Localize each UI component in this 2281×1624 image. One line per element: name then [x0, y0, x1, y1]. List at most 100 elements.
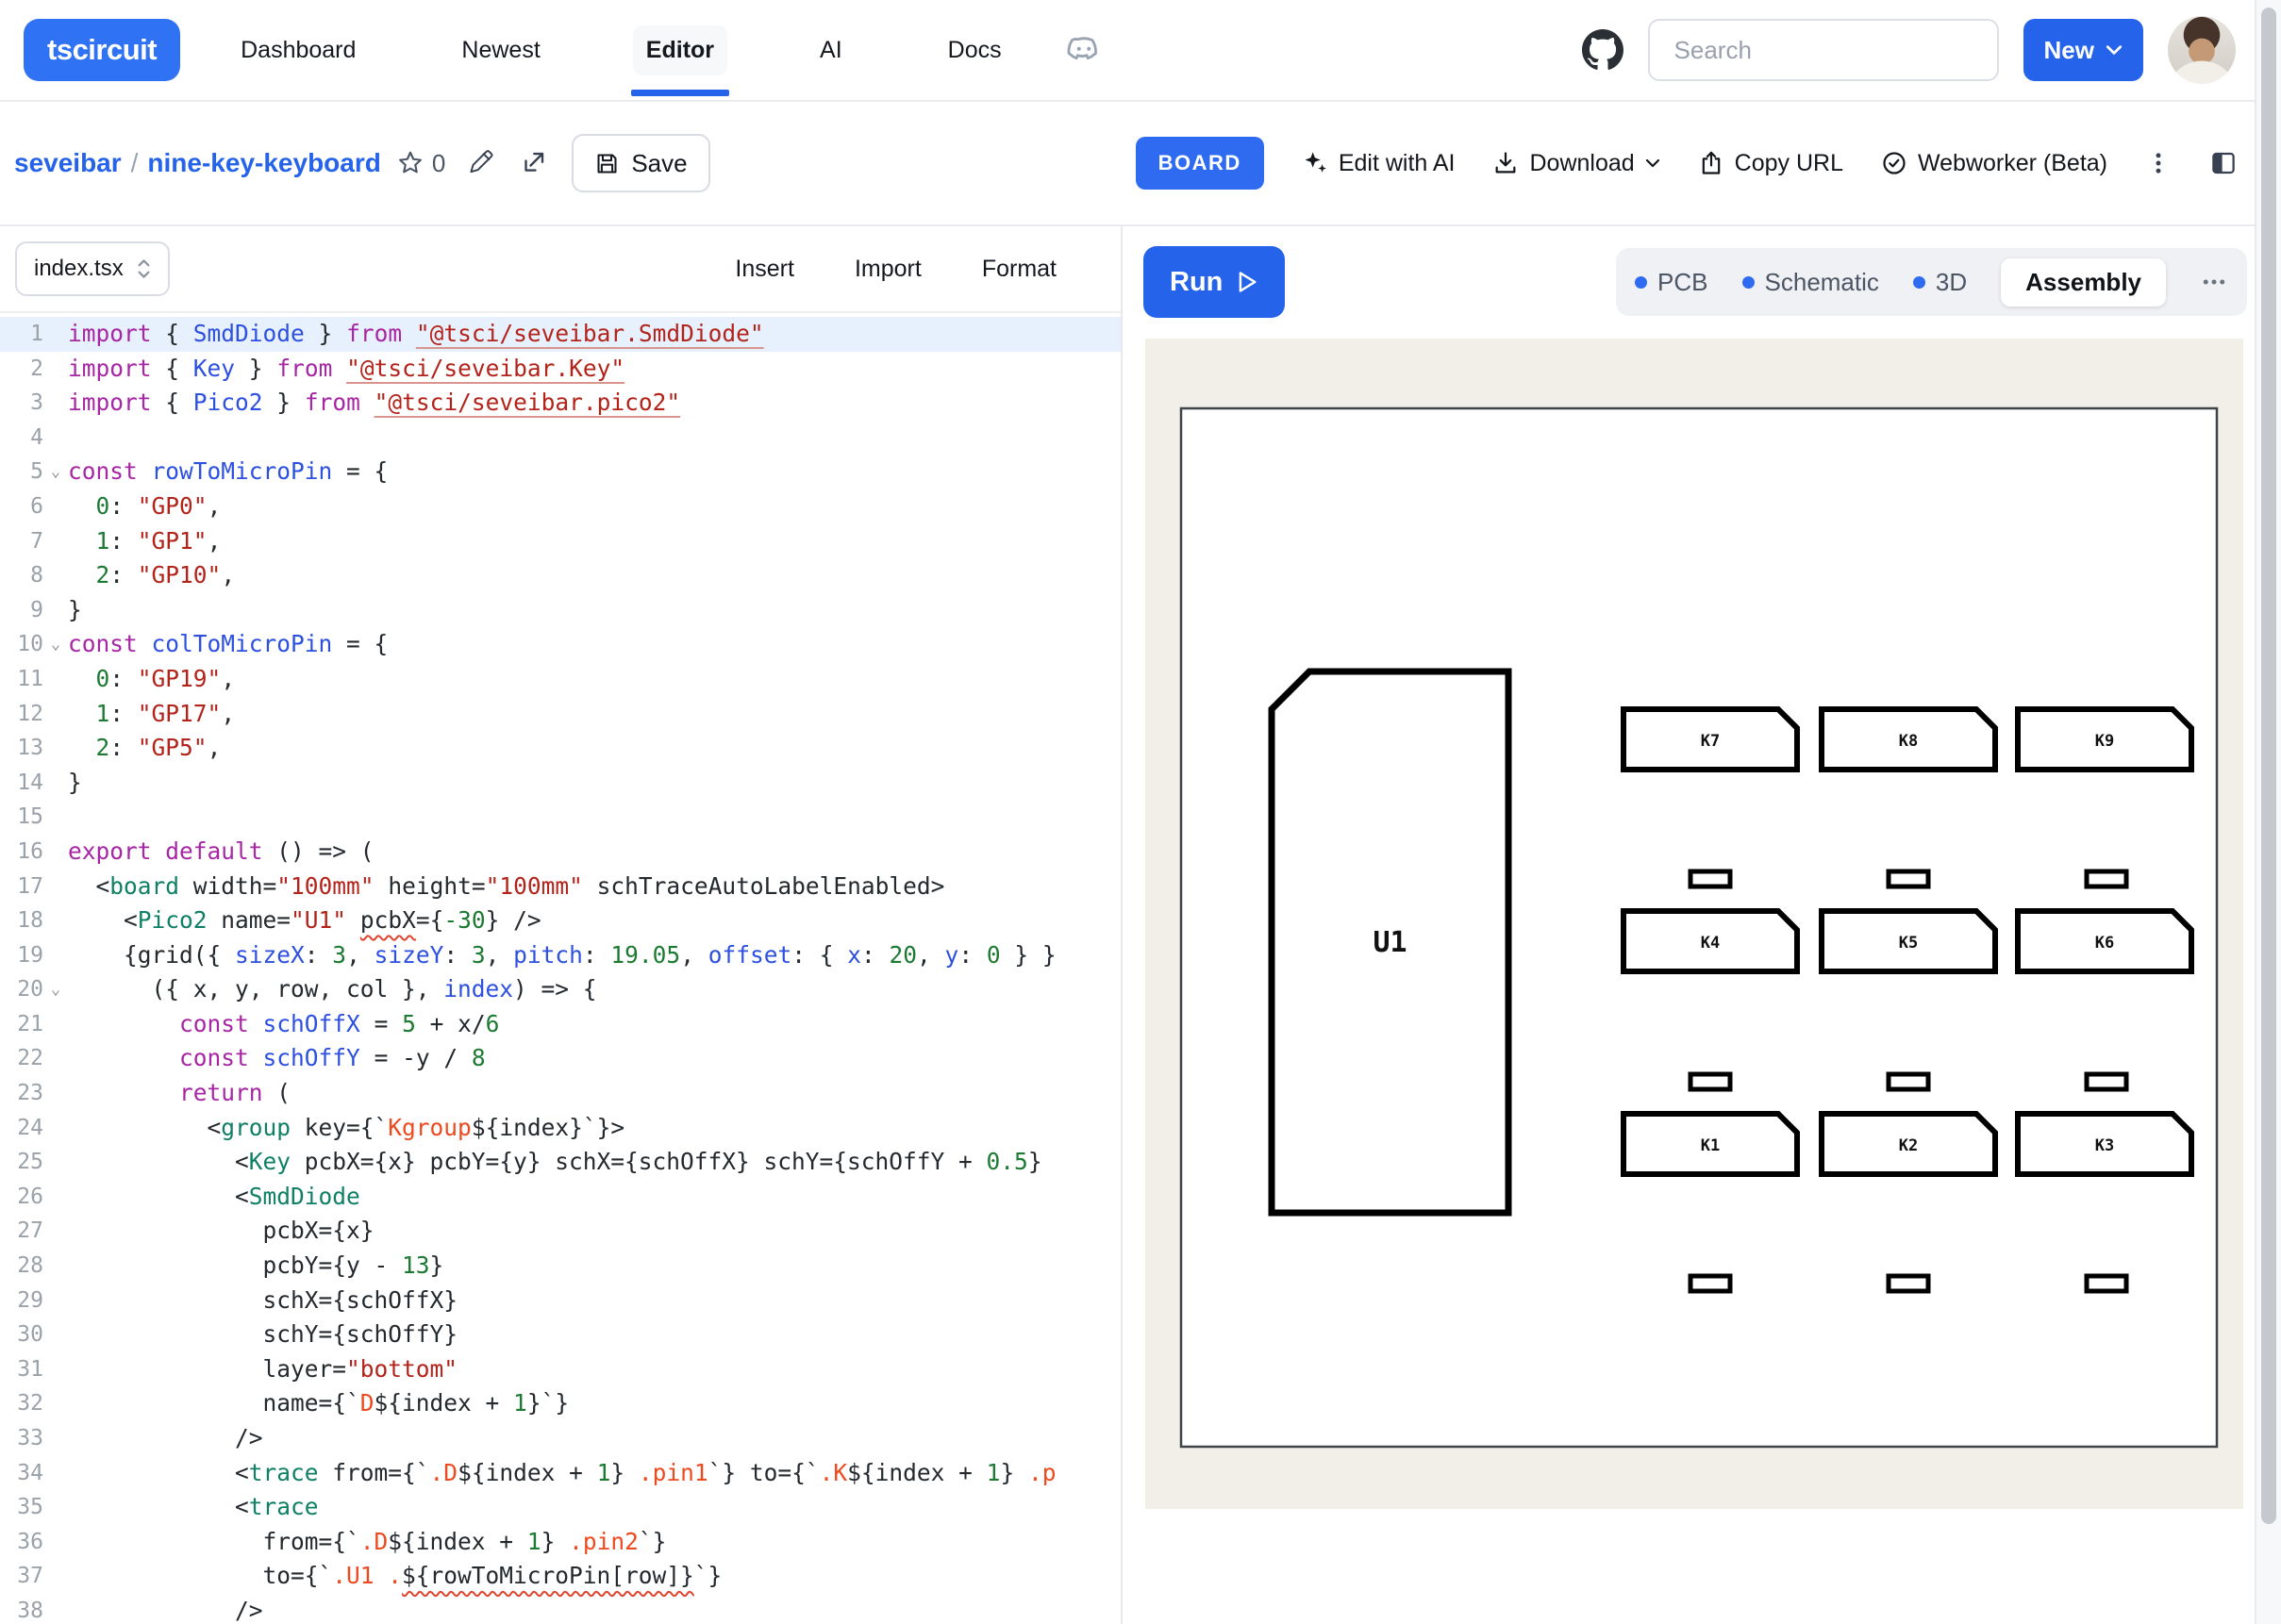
- code-line-2[interactable]: 2import { Key } from "@tsci/seveibar.Key…: [0, 352, 1121, 387]
- code-line-text[interactable]: <Key pcbX={x} pcbY={y} schX={schOffX} sc…: [68, 1145, 1056, 1180]
- code-line-34[interactable]: 34 <trace from={`.D${index + 1} .pin1`} …: [0, 1456, 1121, 1491]
- code-line-text[interactable]: 2: "GP5",: [68, 731, 221, 766]
- page-scrollbar[interactable]: [2255, 0, 2281, 1624]
- code-line-text[interactable]: }: [68, 593, 82, 628]
- code-line-text[interactable]: <trace from={`.D${index + 1} .pin1`} to=…: [68, 1456, 1056, 1491]
- code-line-13[interactable]: 13 2: "GP5",: [0, 731, 1121, 766]
- code-line-text[interactable]: import { Pico2 } from "@tsci/seveibar.pi…: [68, 386, 680, 421]
- assembly-diode[interactable]: [1889, 871, 1928, 887]
- code-line-18[interactable]: 18 <Pico2 name="U1" pcbX={-30} />: [0, 903, 1121, 938]
- code-line-text[interactable]: 2: "GP10",: [68, 558, 235, 593]
- code-line-text[interactable]: pcbX={x}: [68, 1214, 375, 1249]
- board-badge[interactable]: BOARD: [1136, 137, 1264, 190]
- assembly-diode[interactable]: [1690, 871, 1730, 887]
- code-line-text[interactable]: schX={schOffX}: [68, 1284, 458, 1318]
- code-line-text[interactable]: ({ x, y, row, col }, index) => {: [68, 972, 597, 1007]
- code-line-text[interactable]: name={`D${index + 1}`}: [68, 1386, 569, 1421]
- discord-icon[interactable]: [1064, 30, 1104, 70]
- assembly-diode[interactable]: [2087, 871, 2126, 887]
- assembly-diode[interactable]: [1889, 1074, 1928, 1089]
- code-line-text[interactable]: }: [68, 766, 82, 801]
- code-line-8[interactable]: 8 2: "GP10",: [0, 558, 1121, 593]
- code-line-14[interactable]: 14}: [0, 766, 1121, 801]
- code-line-text[interactable]: />: [68, 1594, 263, 1624]
- avatar[interactable]: [2168, 16, 2236, 84]
- nav-link-ai[interactable]: AI: [807, 25, 856, 75]
- code-line-text[interactable]: const rowToMicroPin = {: [68, 455, 388, 489]
- fold-arrow-icon[interactable]: ⌄: [43, 455, 68, 489]
- assembly-diode[interactable]: [1690, 1276, 1730, 1291]
- code-line-19[interactable]: 19 {grid({ sizeX: 3, sizeY: 3, pitch: 19…: [0, 938, 1121, 973]
- code-line-35[interactable]: 35 <trace: [0, 1490, 1121, 1525]
- star-group[interactable]: 0: [396, 149, 445, 178]
- code-line-36[interactable]: 36 from={`.D${index + 1} .pin2`}: [0, 1525, 1121, 1560]
- code-line-27[interactable]: 27 pcbX={x}: [0, 1214, 1121, 1249]
- edit-with-ai-button[interactable]: Edit with AI: [1302, 150, 1456, 177]
- new-button[interactable]: New: [2023, 19, 2143, 81]
- code-line-text[interactable]: />: [68, 1421, 263, 1456]
- code-line-text[interactable]: <Pico2 name="U1" pcbX={-30} />: [68, 903, 541, 938]
- code-line-text[interactable]: const schOffX = 5 + x/6: [68, 1007, 499, 1042]
- code-line-21[interactable]: 21 const schOffX = 5 + x/6: [0, 1007, 1121, 1042]
- code-line-1[interactable]: 1import { SmdDiode } from "@tsci/seveiba…: [0, 317, 1121, 352]
- code-line-37[interactable]: 37 to={`.U1 .${rowToMicroPin[row]}`}: [0, 1559, 1121, 1594]
- code-line-text[interactable]: from={`.D${index + 1} .pin2`}: [68, 1525, 666, 1560]
- code-line-text[interactable]: to={`.U1 .${rowToMicroPin[row]}`}: [68, 1559, 722, 1594]
- file-select[interactable]: index.tsx: [15, 241, 170, 296]
- code-line-30[interactable]: 30 schY={schOffY}: [0, 1317, 1121, 1352]
- assembly-diode[interactable]: [2087, 1276, 2126, 1291]
- code-line-17[interactable]: 17 <board width="100mm" height="100mm" s…: [0, 870, 1121, 904]
- code-line-text[interactable]: 1: "GP17",: [68, 697, 235, 732]
- code-line-text[interactable]: import { SmdDiode } from "@tsci/seveibar…: [68, 317, 764, 352]
- code-editor[interactable]: 1import { SmdDiode } from "@tsci/seveiba…: [0, 313, 1121, 1624]
- tab-3d[interactable]: 3D: [1913, 268, 1967, 297]
- code-line-text[interactable]: {grid({ sizeX: 3, sizeY: 3, pitch: 19.05…: [68, 938, 1057, 973]
- code-line-20[interactable]: 20⌄ ({ x, y, row, col }, index) => {: [0, 972, 1121, 1007]
- code-line-38[interactable]: 38 />: [0, 1594, 1121, 1624]
- breadcrumb-project[interactable]: nine-key-keyboard: [147, 148, 380, 178]
- code-line-31[interactable]: 31 layer="bottom": [0, 1352, 1121, 1387]
- code-line-29[interactable]: 29 schX={schOffX}: [0, 1284, 1121, 1318]
- kebab-menu-icon[interactable]: [2145, 150, 2172, 176]
- code-line-16[interactable]: 16export default () => (: [0, 835, 1121, 870]
- tscircuit-logo[interactable]: tscircuit: [24, 19, 180, 81]
- import-button[interactable]: Import: [855, 256, 922, 283]
- webworker-toggle[interactable]: Webworker (Beta): [1881, 150, 2107, 177]
- run-button[interactable]: Run: [1143, 246, 1285, 318]
- search-input[interactable]: [1648, 19, 1999, 81]
- copy-url-button[interactable]: Copy URL: [1698, 150, 1843, 177]
- code-line-3[interactable]: 3import { Pico2 } from "@tsci/seveibar.p…: [0, 386, 1121, 421]
- format-button[interactable]: Format: [982, 256, 1057, 283]
- code-line-text[interactable]: <SmdDiode: [68, 1180, 360, 1215]
- tab-assembly[interactable]: Assembly: [2001, 258, 2166, 307]
- code-line-22[interactable]: 22 const schOffY = -y / 8: [0, 1041, 1121, 1076]
- code-line-28[interactable]: 28 pcbY={y - 13}: [0, 1249, 1121, 1284]
- code-line-4[interactable]: 4: [0, 421, 1121, 456]
- assembly-diode[interactable]: [1889, 1276, 1928, 1291]
- tab-pcb[interactable]: PCB: [1635, 268, 1707, 297]
- assembly-diode[interactable]: [1690, 1074, 1730, 1089]
- code-line-7[interactable]: 7 1: "GP1",: [0, 524, 1121, 559]
- code-line-text[interactable]: import { Key } from "@tsci/seveibar.Key": [68, 352, 624, 387]
- code-line-26[interactable]: 26 <SmdDiode: [0, 1180, 1121, 1215]
- github-icon[interactable]: [1582, 29, 1623, 71]
- code-line-text[interactable]: 0: "GP0",: [68, 489, 221, 524]
- code-line-text[interactable]: export default () => (: [68, 835, 375, 870]
- fold-arrow-icon[interactable]: ⌄: [43, 627, 68, 662]
- fold-arrow-icon[interactable]: ⌄: [43, 972, 68, 1007]
- code-line-5[interactable]: 5⌄const rowToMicroPin = {: [0, 455, 1121, 489]
- download-button[interactable]: Download: [1492, 150, 1659, 177]
- code-line-text[interactable]: const colToMicroPin = {: [68, 627, 388, 662]
- code-line-9[interactable]: 9}: [0, 593, 1121, 628]
- code-line-text[interactable]: const schOffY = -y / 8: [68, 1041, 486, 1076]
- code-line-12[interactable]: 12 1: "GP17",: [0, 697, 1121, 732]
- code-line-10[interactable]: 10⌄const colToMicroPin = {: [0, 627, 1121, 662]
- code-line-6[interactable]: 6 0: "GP0",: [0, 489, 1121, 524]
- code-line-25[interactable]: 25 <Key pcbX={x} pcbY={y} schX={schOffX}…: [0, 1145, 1121, 1180]
- code-line-text[interactable]: <trace: [68, 1490, 319, 1525]
- save-button[interactable]: Save: [572, 134, 709, 192]
- nav-link-docs[interactable]: Docs: [935, 25, 1015, 75]
- assembly-canvas[interactable]: U1K7K8K9K4K5K6K1K2K3: [1145, 339, 2243, 1509]
- assembly-diode[interactable]: [2087, 1074, 2126, 1089]
- nav-link-newest[interactable]: Newest: [448, 25, 553, 75]
